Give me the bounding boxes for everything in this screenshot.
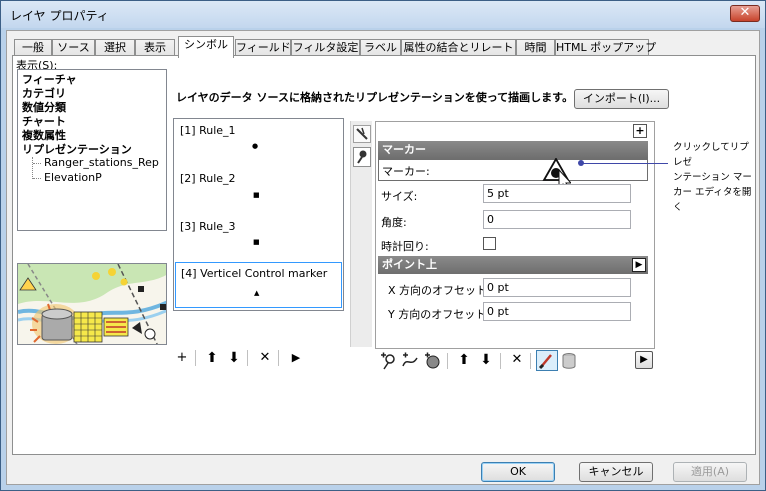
y-offset-label: Y 方向のオフセット: bbox=[388, 308, 490, 321]
rule-label-2[interactable]: [2] Rule_2 bbox=[180, 172, 236, 185]
move-rule-up-button[interactable]: ⬆ bbox=[203, 349, 221, 367]
tree-item-charts[interactable]: チャート bbox=[22, 115, 132, 129]
marker-section-header: マーカー bbox=[378, 141, 648, 159]
move-layer-up-button[interactable]: ⬆ bbox=[455, 351, 473, 369]
panel-options-button[interactable]: ▶ bbox=[635, 351, 653, 369]
marker-placement-icon[interactable] bbox=[423, 352, 441, 370]
close-button[interactable]: ✕ bbox=[730, 5, 760, 22]
symbol-editor-toggle[interactable] bbox=[536, 350, 558, 371]
rule-symbol-1: ● bbox=[252, 142, 259, 150]
tree-item-multiple-attributes[interactable]: 複数属性 bbox=[22, 129, 132, 143]
rule-item-4-selected[interactable]: [4] Verticel Control marker ▲ bbox=[175, 262, 342, 308]
callout-leader-dot bbox=[578, 160, 584, 166]
remove-layer-button[interactable]: ✕ bbox=[508, 351, 526, 369]
rule-symbol-4: ▲ bbox=[254, 289, 260, 297]
tree-connector bbox=[32, 157, 33, 179]
toolbar-separator bbox=[447, 353, 448, 369]
marker-toolbar: ⬆ ⬇ ✕ bbox=[375, 350, 625, 372]
callout-line-2: ンテーション マー bbox=[673, 172, 752, 183]
rule-symbol-2: ■ bbox=[253, 191, 260, 199]
apply-button[interactable]: 適用(A) bbox=[673, 462, 747, 482]
more-rule-options-button[interactable]: ▶ bbox=[287, 349, 305, 367]
import-button[interactable]: インポート(I)... bbox=[574, 89, 669, 109]
dialog-client: 一般 ソース 選択 表示 シンボル フィールド フィルタ設定 ラベル 属性の結合… bbox=[6, 30, 760, 485]
stroke-layer-icon bbox=[356, 127, 368, 140]
title-bar[interactable]: レイヤ プロパティ ✕ bbox=[1, 1, 765, 28]
x-offset-input[interactable]: 0 pt bbox=[483, 278, 631, 297]
stroke-layer-tab[interactable] bbox=[353, 125, 371, 143]
tree-connector bbox=[33, 178, 41, 179]
ok-button[interactable]: OK bbox=[481, 462, 555, 482]
tree-item-representations[interactable]: リプレゼンテーション bbox=[22, 143, 132, 157]
tree-item-quantities[interactable]: 数値分類 bbox=[22, 101, 132, 115]
marker-layer-tab[interactable] bbox=[353, 147, 371, 167]
tree-item-categories[interactable]: カテゴリ bbox=[22, 87, 132, 101]
add-rule-button[interactable]: + bbox=[173, 349, 191, 367]
callout-line-3: カー エディタを開く bbox=[673, 187, 752, 213]
tab-symbology[interactable]: シンボル bbox=[178, 36, 234, 58]
size-input[interactable]: 5 pt bbox=[483, 184, 631, 203]
layer-properties-window: レイヤ プロパティ ✕ 一般 ソース 選択 表示 シンボル フィールド フィルタ… bbox=[0, 0, 766, 491]
clockwise-checkbox[interactable] bbox=[483, 237, 496, 250]
database-icon[interactable] bbox=[560, 352, 578, 370]
rule-symbol-3: ■ bbox=[253, 238, 260, 246]
rule-list[interactable]: [1] Rule_1 ● [2] Rule_2 ■ [3] Rule_3 ■ [… bbox=[173, 118, 344, 311]
move-rule-down-button[interactable]: ⬇ bbox=[225, 349, 243, 367]
tree-item-ranger-stations-rep[interactable]: Ranger_stations_Rep bbox=[44, 156, 159, 169]
add-marker-rule-icon[interactable] bbox=[379, 352, 397, 370]
point-section-menu-button[interactable]: ▶ bbox=[632, 258, 646, 272]
y-offset-input[interactable]: 0 pt bbox=[483, 302, 631, 321]
toolbar-separator bbox=[500, 353, 501, 369]
annotation-callout: クリックしてリプレゼ ンテーション マー カー エディタを開く bbox=[673, 140, 757, 215]
size-label: サイズ: bbox=[381, 190, 418, 203]
move-layer-down-button[interactable]: ⬇ bbox=[477, 351, 495, 369]
marker-label: マーカー: bbox=[382, 165, 430, 178]
rule-label-3[interactable]: [3] Rule_3 bbox=[180, 220, 236, 233]
symbology-tab-pane: 表示(S): フィーチャ カテゴリ 数値分類 チャート 複数属性 リプレゼンテー… bbox=[12, 55, 756, 455]
toolbar-separator bbox=[247, 350, 248, 366]
remove-rule-button[interactable]: ✕ bbox=[256, 349, 274, 367]
callout-line-1: クリックしてリプレゼ bbox=[673, 142, 749, 168]
clockwise-label: 時計回り: bbox=[381, 240, 429, 253]
toolbar-separator bbox=[530, 353, 531, 369]
description-text: レイヤのデータ ソースに格納されたリプレゼンテーションを使って描画します。 bbox=[176, 91, 574, 104]
marker-pin-icon bbox=[357, 150, 367, 164]
window-title: レイヤ プロパティ bbox=[10, 9, 109, 23]
toolbar-separator bbox=[195, 350, 196, 366]
cancel-button[interactable]: キャンセル bbox=[579, 462, 653, 482]
renderer-tree[interactable]: フィーチャ カテゴリ 数値分類 チャート 複数属性 リプレゼンテーション Ran… bbox=[17, 69, 167, 231]
tree-connector bbox=[33, 163, 41, 164]
brush-icon bbox=[538, 354, 552, 370]
angle-input[interactable]: 0 bbox=[483, 210, 631, 229]
add-layer-button[interactable]: + bbox=[633, 124, 647, 138]
x-offset-label: X 方向のオフセット: bbox=[388, 284, 491, 297]
toolbar-separator bbox=[278, 350, 279, 366]
renderer-preview-image bbox=[17, 263, 167, 345]
point-section-header: ポイント上 bbox=[378, 256, 648, 274]
geometric-effect-icon[interactable] bbox=[401, 352, 419, 370]
tree-item-elevationp[interactable]: ElevationP bbox=[44, 171, 102, 184]
rule-label-1[interactable]: [1] Rule_1 bbox=[180, 124, 236, 137]
layer-type-strip bbox=[350, 121, 372, 347]
marker-properties-panel: + マーカー マーカー: サイズ: 5 pt 角度: 0 時計回り: ポイント上 bbox=[375, 121, 655, 349]
callout-leader-line bbox=[580, 163, 668, 164]
rule-label-4[interactable]: [4] Verticel Control marker bbox=[181, 267, 327, 280]
tree-item-features[interactable]: フィーチャ bbox=[22, 73, 132, 87]
angle-label: 角度: bbox=[381, 216, 407, 229]
